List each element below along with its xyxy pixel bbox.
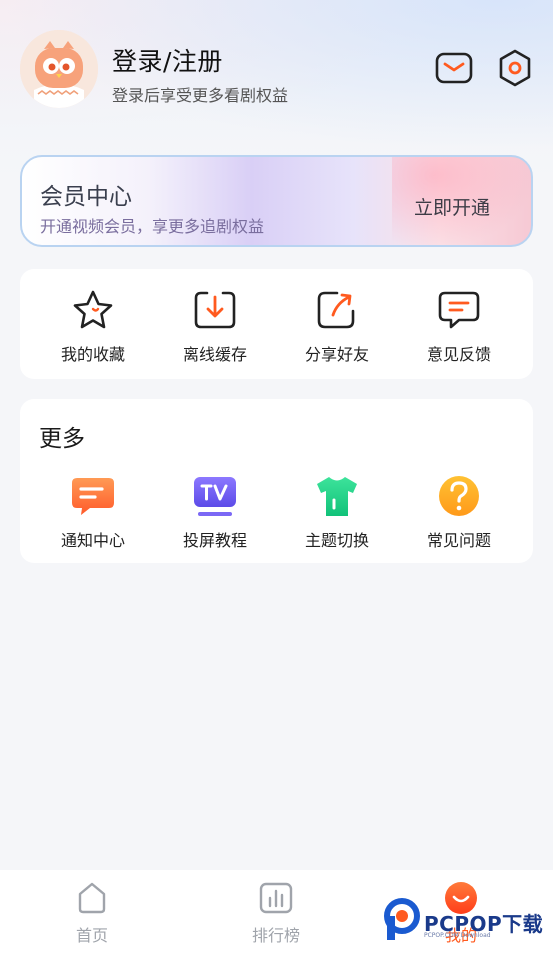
- faq-item[interactable]: 常见问题: [399, 475, 519, 551]
- faq-icon: [439, 476, 479, 516]
- mail-icon[interactable]: [434, 48, 474, 88]
- login-register-link[interactable]: 登录/注册: [112, 42, 223, 78]
- theme-switch-item[interactable]: 主题切换: [277, 475, 397, 551]
- nav-ranking[interactable]: 排行榜: [226, 880, 326, 946]
- login-hint: 登录后享受更多看剧权益: [112, 86, 289, 105]
- tv-cast-icon: [194, 477, 236, 516]
- favorites-label: 我的收藏: [60, 345, 125, 364]
- notification-center-label: 通知中心: [60, 531, 125, 550]
- download-icon: [194, 291, 236, 329]
- vip-center-card[interactable]: 会员中心 开通视频会员，享更多追剧权益 立即开通: [20, 155, 533, 247]
- notification-center-item[interactable]: 通知中心: [33, 475, 153, 551]
- vip-open-button[interactable]: 立即开通: [414, 193, 490, 220]
- feedback-label: 意见反馈: [426, 345, 491, 364]
- vip-subtitle: 开通视频会员，享更多追剧权益: [40, 217, 265, 236]
- quick-actions-panel: 我的收藏 离线缓存 分享好友 意见反馈: [20, 269, 533, 379]
- favorites-item[interactable]: 我的收藏: [33, 289, 153, 365]
- ranking-icon: [259, 882, 293, 914]
- watermark-sub: PCPOP.COM Download: [424, 932, 491, 939]
- avatar[interactable]: [20, 30, 98, 108]
- theme-shirt-icon: [317, 477, 357, 516]
- nav-ranking-label: 排行榜: [251, 926, 300, 945]
- pcpop-logo-icon: [384, 898, 420, 940]
- theme-switch-label: 主题切换: [304, 531, 369, 550]
- cast-tutorial-label: 投屏教程: [182, 531, 247, 550]
- offline-cache-item[interactable]: 离线缓存: [155, 289, 275, 365]
- feedback-icon: [438, 291, 480, 329]
- cast-tutorial-item[interactable]: 投屏教程: [155, 475, 275, 551]
- share-friends-item[interactable]: 分享好友: [277, 289, 397, 365]
- nav-home[interactable]: 首页: [42, 880, 142, 946]
- share-icon: [317, 291, 355, 329]
- offline-cache-label: 离线缓存: [182, 345, 247, 364]
- settings-icon[interactable]: [495, 48, 535, 88]
- vip-title: 会员中心: [40, 184, 132, 210]
- more-panel: 更多 通知中心 投屏教程 主题切换 常见问题: [20, 399, 533, 563]
- feedback-item[interactable]: 意见反馈: [399, 289, 519, 365]
- nav-home-label: 首页: [75, 926, 108, 945]
- owl-mascot-icon: [20, 30, 98, 108]
- faq-label: 常见问题: [426, 531, 491, 550]
- watermark: PCPOP下载 PCPOP.COM Download: [384, 898, 553, 948]
- home-icon: [78, 882, 106, 914]
- star-icon: [73, 290, 113, 329]
- share-friends-label: 分享好友: [304, 345, 369, 364]
- more-title: 更多: [39, 426, 85, 452]
- notification-icon: [72, 478, 114, 515]
